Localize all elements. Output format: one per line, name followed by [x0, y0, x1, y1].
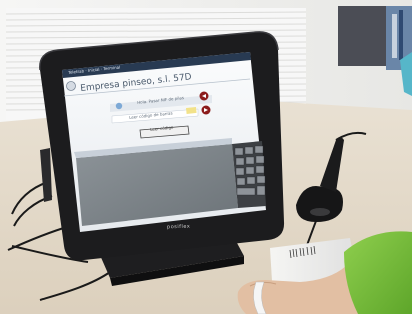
photo-scene [0, 0, 412, 314]
photo: Teletrab · Inicial · Terminal Empresa pi… [0, 0, 412, 314]
brand-logo: posiflex [166, 223, 191, 231]
app-logo [66, 81, 76, 91]
numeric-keypad [232, 141, 266, 208]
